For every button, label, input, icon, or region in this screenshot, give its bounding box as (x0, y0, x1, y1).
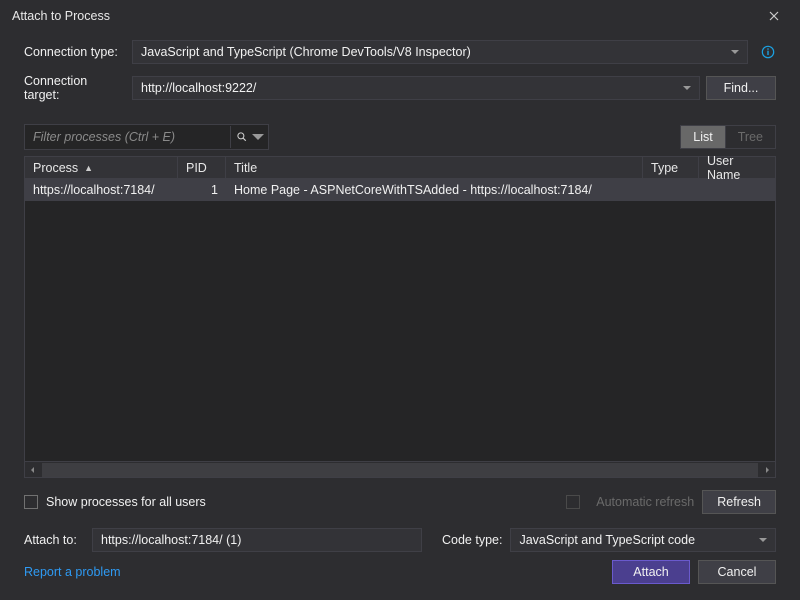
connection-type-row: Connection type: JavaScript and TypeScri… (24, 40, 776, 64)
connection-target-row: Connection target: http://localhost:9222… (24, 74, 776, 102)
grid-body: https://localhost:7184/ 1 Home Page - AS… (25, 179, 775, 461)
find-button[interactable]: Find... (706, 76, 776, 100)
connection-type-label: Connection type: (24, 45, 126, 59)
attach-to-field[interactable]: https://localhost:7184/ (1) (92, 528, 422, 552)
cell-pid: 1 (178, 183, 226, 197)
attach-to-value: https://localhost:7184/ (1) (101, 533, 241, 547)
scroll-track[interactable] (42, 463, 758, 477)
cell-process: https://localhost:7184/ (25, 183, 178, 197)
chevron-down-icon (759, 533, 767, 547)
filter-processes-input[interactable] (33, 130, 230, 144)
dialog-footer: Report a problem Attach Cancel (24, 552, 776, 600)
show-all-users-checkbox[interactable] (24, 495, 38, 509)
filter-row: List Tree (24, 124, 776, 150)
process-grid: Process ▲ PID Title Type User Name https… (24, 156, 776, 478)
automatic-refresh-checkbox (566, 495, 580, 509)
cell-title: Home Page - ASPNetCoreWithTSAdded - http… (226, 183, 643, 197)
close-icon[interactable] (758, 0, 790, 32)
code-type-value: JavaScript and TypeScript code (519, 533, 695, 547)
column-header-user[interactable]: User Name (699, 157, 775, 178)
chevron-down-icon (731, 45, 739, 59)
sort-ascending-icon: ▲ (84, 163, 93, 173)
below-grid-row: Show processes for all users Automatic r… (24, 490, 776, 514)
connection-type-value: JavaScript and TypeScript (Chrome DevToo… (141, 45, 471, 59)
report-problem-link[interactable]: Report a problem (24, 565, 121, 579)
chevron-down-icon[interactable] (252, 131, 264, 143)
scroll-left-icon[interactable] (25, 462, 41, 478)
connection-target-dropdown[interactable]: http://localhost:9222/ (132, 76, 700, 100)
table-row[interactable]: https://localhost:7184/ 1 Home Page - AS… (25, 179, 775, 201)
connection-target-label: Connection target: (24, 74, 126, 102)
code-type-dropdown[interactable]: JavaScript and TypeScript code (510, 528, 776, 552)
column-header-title[interactable]: Title (226, 157, 643, 178)
scroll-right-icon[interactable] (759, 462, 775, 478)
code-type-label: Code type: (442, 533, 502, 547)
view-list-button[interactable]: List (681, 126, 725, 148)
column-header-pid[interactable]: PID (178, 157, 226, 178)
cancel-button[interactable]: Cancel (698, 560, 776, 584)
horizontal-scrollbar[interactable] (25, 461, 775, 477)
connection-type-dropdown[interactable]: JavaScript and TypeScript (Chrome DevToo… (132, 40, 748, 64)
connection-target-value: http://localhost:9222/ (141, 81, 256, 95)
view-toggle: List Tree (680, 125, 776, 149)
refresh-button[interactable]: Refresh (702, 490, 776, 514)
show-all-users-label: Show processes for all users (46, 495, 206, 509)
automatic-refresh-label: Automatic refresh (596, 495, 694, 509)
column-header-type[interactable]: Type (643, 157, 699, 178)
attach-to-row: Attach to: https://localhost:7184/ (1) C… (24, 528, 776, 552)
info-icon[interactable] (760, 44, 776, 60)
view-tree-button[interactable]: Tree (726, 126, 775, 148)
attach-to-label: Attach to: (24, 533, 84, 547)
attach-button[interactable]: Attach (612, 560, 690, 584)
titlebar: Attach to Process (0, 0, 800, 32)
search-icon[interactable] (230, 126, 252, 148)
filter-processes-input-wrap (24, 124, 269, 150)
column-header-process[interactable]: Process ▲ (25, 157, 178, 178)
window-title: Attach to Process (12, 9, 758, 23)
grid-header: Process ▲ PID Title Type User Name (25, 157, 775, 179)
chevron-down-icon (683, 81, 691, 95)
